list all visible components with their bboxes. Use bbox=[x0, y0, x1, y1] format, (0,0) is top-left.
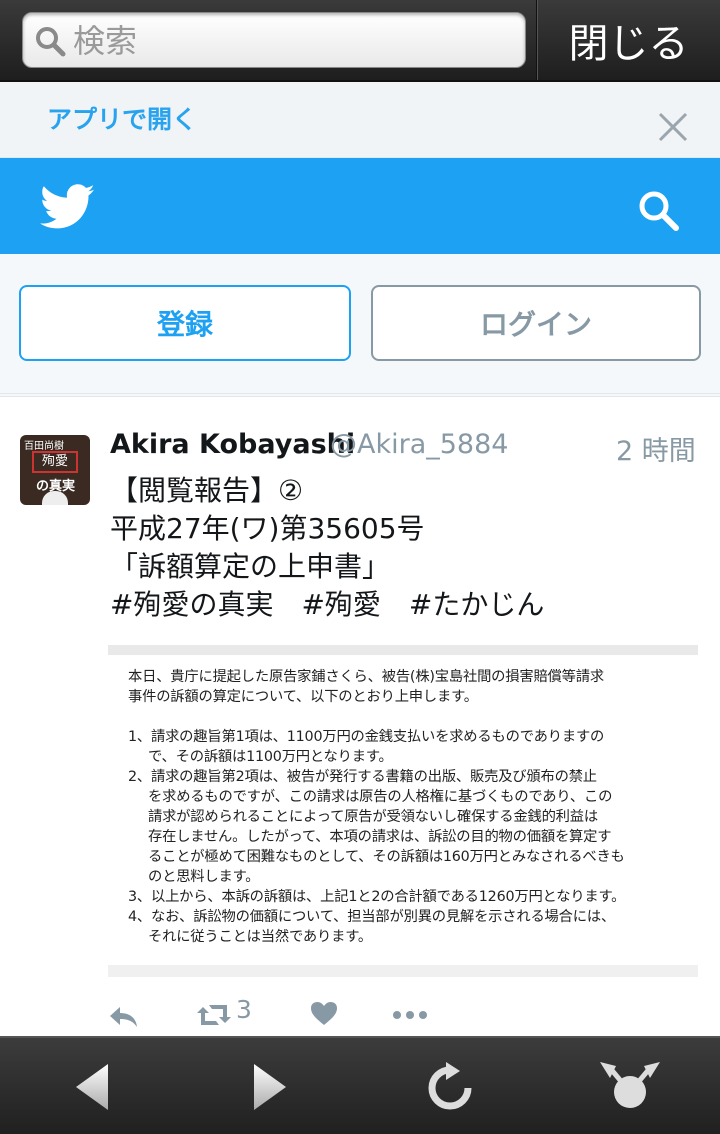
image-text-line: のと思料します。 bbox=[148, 869, 260, 885]
image-text-line: 3、以上から、本訴の訴額は、上記1と2の合計額である1260万円となります。 bbox=[128, 889, 626, 905]
signup-button[interactable]: 登録 bbox=[19, 285, 351, 361]
image-text-line: 本日、貴庁に提起した原告家鋪さくら、被告(株)宝島社間の損害賠償等請求 bbox=[128, 669, 604, 685]
tweet-card[interactable]: 百田尚樹 殉愛 の真実 Akira Kobayashi @Akira_5884 … bbox=[0, 396, 720, 1036]
reply-icon[interactable] bbox=[108, 1003, 140, 1031]
reload-icon[interactable] bbox=[424, 1062, 476, 1114]
image-text-line: 存在しません。したがって、本項の請求は、訴訟の目的物の価額を算定す bbox=[148, 829, 612, 845]
forward-icon[interactable] bbox=[250, 1062, 290, 1112]
login-button[interactable]: ログイン bbox=[371, 285, 701, 361]
tweet-author-name[interactable]: Akira Kobayashi bbox=[110, 429, 355, 460]
auth-bar: 登録 ログイン bbox=[0, 254, 720, 394]
close-banner-icon[interactable] bbox=[656, 110, 690, 144]
tweet-author-handle[interactable]: @Akira_5884 bbox=[330, 429, 508, 460]
open-app-banner: アプリで開く bbox=[0, 82, 720, 158]
back-icon[interactable] bbox=[72, 1062, 112, 1112]
image-text-line: で、その訴額は1100万円となります。 bbox=[148, 749, 393, 765]
image-text-line: 請求が認められることによって原告が受領ないし確保する金銭的利益は bbox=[148, 809, 598, 825]
open-app-link[interactable]: アプリで開く bbox=[47, 100, 197, 136]
image-text-line: を求めるものですが、この請求は原告の人格権に基づくものであり、この bbox=[148, 789, 613, 805]
image-text-line: 事件の訴額の算定について、以下のとおり上申します。 bbox=[128, 689, 478, 705]
avatar[interactable]: 百田尚樹 殉愛 の真実 bbox=[20, 435, 90, 505]
avatar-text: 殉愛 bbox=[32, 451, 78, 473]
avatar-text: 百田尚樹 bbox=[24, 441, 64, 452]
tweet-text-line: 【閲覧報告】② bbox=[110, 474, 304, 507]
image-text-line: ることが極めて困難なものとして、その訴額は160万円とみなされるべきも bbox=[148, 849, 625, 865]
retweet-icon[interactable] bbox=[196, 1001, 232, 1029]
more-icon[interactable] bbox=[392, 1009, 428, 1021]
tweet-hashtags[interactable]: #殉愛の真実 #殉愛 #たかじん bbox=[110, 583, 544, 623]
image-text-line: 4、なお、訴訟物の価額について、担当部が別異の見解を示される場合には、 bbox=[128, 909, 616, 925]
tweet-timestamp[interactable]: 2 時間 bbox=[616, 429, 696, 468]
browser-nav-bar bbox=[0, 1036, 720, 1134]
search-icon bbox=[36, 27, 66, 57]
tweet-text-line: 平成27年(ワ)第35605号 bbox=[110, 512, 425, 545]
twitter-header bbox=[0, 158, 720, 254]
image-edge bbox=[108, 965, 698, 977]
tweet-image[interactable]: 本日、貴庁に提起した原告家鋪さくら、被告(株)宝島社間の損害賠償等請求 事件の訴… bbox=[108, 645, 698, 977]
share-icon[interactable] bbox=[598, 1058, 662, 1118]
retweet-count: 3 bbox=[236, 995, 252, 1024]
tweet-text-line: 「訴額算定の上申書」 bbox=[110, 550, 391, 583]
search-input[interactable] bbox=[73, 19, 513, 63]
image-edge bbox=[108, 645, 698, 655]
like-icon[interactable] bbox=[310, 1001, 338, 1027]
search-icon[interactable] bbox=[636, 188, 682, 234]
close-button[interactable]: 閉じる bbox=[536, 0, 720, 80]
twitter-bird-icon[interactable] bbox=[40, 184, 96, 230]
image-text-line: 2、請求の趣旨第2項は、被告が発行する書籍の出版、販売及び頒布の禁止 bbox=[128, 769, 597, 785]
search-box[interactable] bbox=[22, 12, 526, 68]
image-text-line: 1、請求の趣旨第1項は、1100万円の金銭支払いを求めるものでありますの bbox=[128, 729, 605, 745]
image-text-line: それに従うことは当然であります。 bbox=[148, 929, 372, 945]
browser-toolbar: 閉じる bbox=[0, 0, 720, 82]
